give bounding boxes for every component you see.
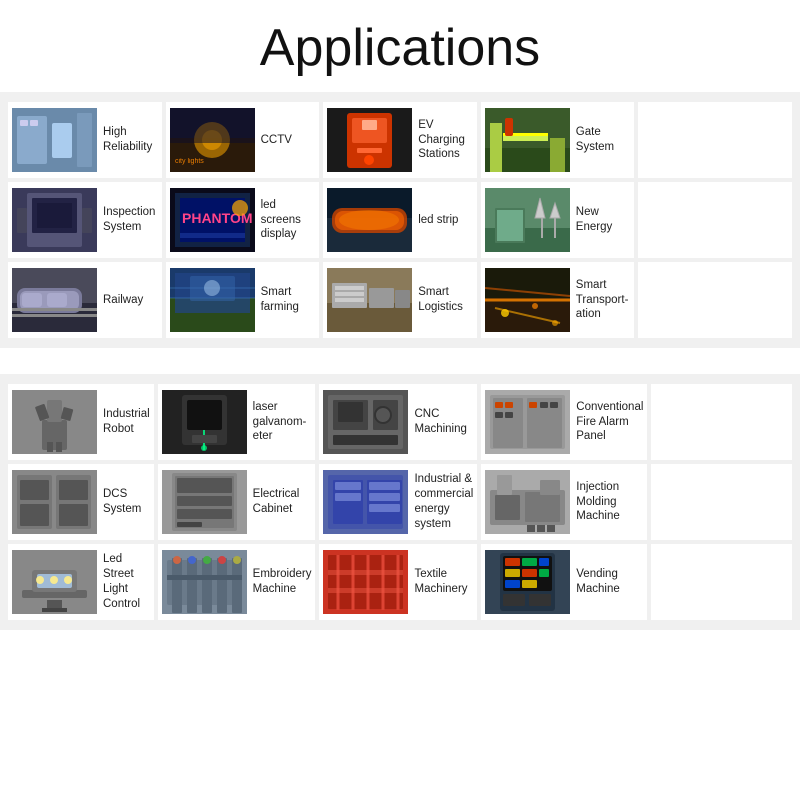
app-label-new-energy: New Energy [576,205,631,235]
app-label-textile: Textile Machinery [414,567,473,597]
app-item-smart-transport[interactable]: Smart Transport-ation [481,262,635,338]
app-label-ev-charging: EV Charging Stations [418,118,473,163]
app-label-gate-system: Gate System [576,125,631,155]
app-item-empty-5 [651,464,792,540]
app-item-energy-system[interactable]: Industrial & commercial energy system [319,464,477,540]
app-item-empty-3 [638,262,792,338]
app-label-led-street: Led Street Light Control [103,552,150,612]
app-image-injection-molding [485,470,570,534]
app-item-fire-alarm[interactable]: Conventional Fire Alarm Panel [481,384,647,460]
app-item-smart-farming[interactable]: Smart farming [166,262,320,338]
app-image-cnc [323,390,408,454]
app-label-railway: Railway [103,293,143,308]
app-item-embroidery[interactable]: Embroidery Machine [158,544,316,620]
app-image-inspection [12,188,97,252]
app-item-inspection[interactable]: Inspection System [8,182,162,258]
app-image-textile [323,550,408,614]
app-image-smart-transport [485,268,570,332]
app-item-empty-2 [638,182,792,258]
app-image-embroidery [162,550,247,614]
app-item-railway[interactable]: Railway [8,262,162,338]
app-image-led-strip [327,188,412,252]
app-image-led-screens: PHANTOM [170,188,255,252]
page-title: Applications [0,0,800,92]
app-image-fire-alarm [485,390,570,454]
app-item-injection-molding[interactable]: Injection Molding Machine [481,464,647,540]
app-image-industrial-robot [12,390,97,454]
app-image-dcs [12,470,97,534]
app-image-gate-system [485,108,570,172]
app-label-smart-logistics: Smart Logistics [418,285,473,315]
app-item-dcs[interactable]: DCS System [8,464,154,540]
app-label-dcs: DCS System [103,487,150,517]
app-item-cctv[interactable]: city lights CCTV [166,102,320,178]
app-item-electrical-cabinet[interactable]: Electrical Cabinet [158,464,316,540]
app-item-ev-charging[interactable]: EV Charging Stations [323,102,477,178]
app-label-energy-system: Industrial & commercial energy system [414,472,473,532]
app-image-high-reliability [12,108,97,172]
app-image-ev-charging [327,108,412,172]
top-applications-section: High Reliability city lights CCTV [0,92,800,348]
app-image-new-energy [485,188,570,252]
app-label-inspection: Inspection System [103,205,158,235]
app-label-embroidery: Embroidery Machine [253,567,312,597]
app-label-smart-transport: Smart Transport-ation [576,278,631,323]
app-label-high-reliability: High Reliability [103,125,158,155]
industrial-apps-grid: Industrial Robot laser galvanom-eter [8,384,792,620]
app-label-electrical-cabinet: Electrical Cabinet [253,487,312,517]
app-item-smart-logistics[interactable]: Smart Logistics [323,262,477,338]
app-image-led-street [12,550,97,614]
app-item-cnc[interactable]: CNC Machining [319,384,477,460]
app-image-smart-logistics [327,268,412,332]
app-item-led-strip[interactable]: led strip [323,182,477,258]
app-image-vending [485,550,570,614]
svg-text:city lights: city lights [175,158,204,165]
app-item-empty-1 [638,102,792,178]
app-item-vending[interactable]: Vending Machine [481,544,647,620]
app-label-smart-farming: Smart farming [261,285,316,315]
app-label-laser: laser galvanom-eter [253,400,312,445]
app-label-led-screens: led screens display [261,198,316,243]
app-label-vending: Vending Machine [576,567,643,597]
app-label-led-strip: led strip [418,213,458,228]
app-item-textile[interactable]: Textile Machinery [319,544,477,620]
app-item-gate-system[interactable]: Gate System [481,102,635,178]
app-label-injection-molding: Injection Molding Machine [576,480,643,525]
app-image-smart-farming [170,268,255,332]
app-label-fire-alarm: Conventional Fire Alarm Panel [576,400,643,445]
app-image-energy-system [323,470,408,534]
app-item-industrial-robot[interactable]: Industrial Robot [8,384,154,460]
app-image-railway [12,268,97,332]
app-image-electrical-cabinet [162,470,247,534]
app-item-led-screens[interactable]: PHANTOM led screens display [166,182,320,258]
app-label-cctv: CCTV [261,133,292,148]
app-item-new-energy[interactable]: New Energy [481,182,635,258]
app-image-laser [162,390,247,454]
app-item-led-street[interactable]: Led Street Light Control [8,544,154,620]
app-item-empty-6 [651,544,792,620]
section-gap [0,356,800,374]
app-label-industrial-robot: Industrial Robot [103,407,150,437]
top-apps-grid: High Reliability city lights CCTV [8,102,792,338]
app-image-cctv: city lights [170,108,255,172]
app-label-cnc: CNC Machining [414,407,473,437]
app-item-empty-4 [651,384,792,460]
industrial-applications-section: Industrial Robot laser galvanom-eter [0,374,800,630]
app-item-high-reliability[interactable]: High Reliability [8,102,162,178]
app-item-laser[interactable]: laser galvanom-eter [158,384,316,460]
